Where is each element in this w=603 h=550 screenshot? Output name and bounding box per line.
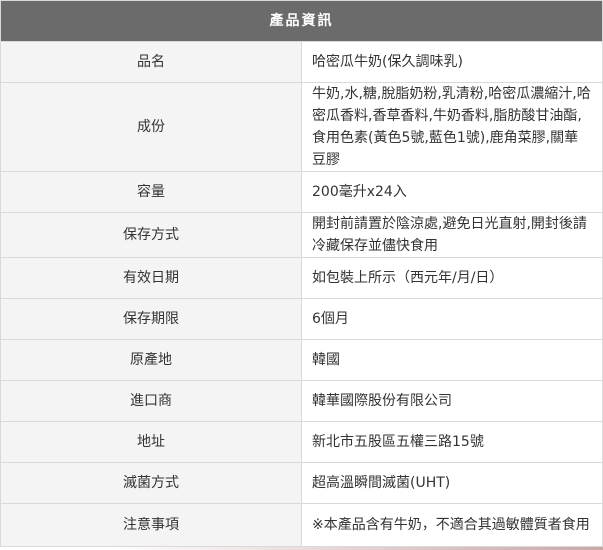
- row-label: 保存方式: [0, 212, 302, 258]
- row-label: 注意事項: [0, 503, 302, 547]
- table-header-row: 產品資訊: [0, 0, 603, 42]
- table-row-volume: 容量 200毫升x24入: [0, 171, 603, 213]
- row-label: 有效日期: [0, 257, 302, 299]
- table-row-product-name: 品名 哈密瓜牛奶(保久調味乳): [0, 41, 603, 83]
- table-row-notice: 注意事項 ※本產品含有牛奶，不適合其過敏體質者食用: [0, 503, 603, 547]
- row-value: 牛奶,水,糖,脫脂奶粉,乳清粉,哈密瓜濃縮汁,哈密瓜香料,香草香料,牛奶香料,脂…: [301, 82, 603, 172]
- table-row-shelf-life: 保存期限 6個月: [0, 298, 603, 340]
- row-label: 進口商: [0, 380, 302, 422]
- table-title: 產品資訊: [0, 0, 603, 42]
- table-row-origin: 原產地 韓國: [0, 339, 603, 381]
- row-value: 200毫升x24入: [301, 171, 603, 213]
- table-row-sterilization: 滅菌方式 超高溫瞬間滅菌(UHT): [0, 462, 603, 504]
- row-value: 開封前請置於陰涼處,避免日光直射,開封後請冷藏保存並儘快食用: [301, 212, 603, 258]
- table-row-expiry-date: 有效日期 如包裝上所示（西元年/月/日）: [0, 257, 603, 299]
- row-label: 成份: [0, 82, 302, 172]
- row-label: 原產地: [0, 339, 302, 381]
- row-value: 新北市五股區五權三路15號: [301, 421, 603, 463]
- row-label: 保存期限: [0, 298, 302, 340]
- table-row-storage: 保存方式 開封前請置於陰涼處,避免日光直射,開封後請冷藏保存並儘快食用: [0, 212, 603, 258]
- row-value: 韓華國際股份有限公司: [301, 380, 603, 422]
- row-label: 滅菌方式: [0, 462, 302, 504]
- table-row-ingredients: 成份 牛奶,水,糖,脫脂奶粉,乳清粉,哈密瓜濃縮汁,哈密瓜香料,香草香料,牛奶香…: [0, 82, 603, 172]
- row-label: 容量: [0, 171, 302, 213]
- row-value: 超高溫瞬間滅菌(UHT): [301, 462, 603, 504]
- row-value: 韓國: [301, 339, 603, 381]
- table-row-address: 地址 新北市五股區五權三路15號: [0, 421, 603, 463]
- product-info-table: 產品資訊 品名 哈密瓜牛奶(保久調味乳) 成份 牛奶,水,糖,脫脂奶粉,乳清粉,…: [0, 0, 603, 547]
- row-label: 地址: [0, 421, 302, 463]
- row-value: 如包裝上所示（西元年/月/日）: [301, 257, 603, 299]
- row-value: ※本產品含有牛奶，不適合其過敏體質者食用: [301, 503, 603, 547]
- row-value: 6個月: [301, 298, 603, 340]
- table-row-importer: 進口商 韓華國際股份有限公司: [0, 380, 603, 422]
- row-value: 哈密瓜牛奶(保久調味乳): [301, 41, 603, 83]
- row-label: 品名: [0, 41, 302, 83]
